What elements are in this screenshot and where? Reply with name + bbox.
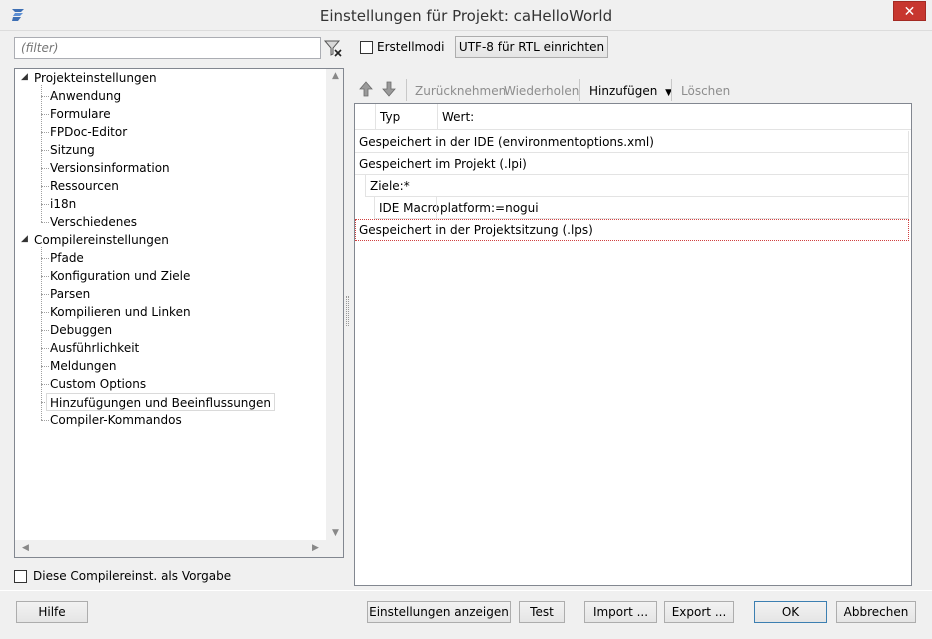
window-title: Einstellungen für Projekt: caHelloWorld bbox=[319, 7, 613, 25]
row-label: Gespeichert im Projekt (.lpi) bbox=[359, 157, 527, 171]
grid-row-macro[interactable]: IDE Macro platform:=nogui bbox=[374, 197, 909, 219]
add-button-label: Hinzufügen bbox=[589, 84, 658, 98]
column-header-value[interactable]: Wert: bbox=[437, 104, 911, 130]
show-options-button[interactable]: Einstellungen anzeigen bbox=[367, 601, 511, 623]
delete-button[interactable]: Löschen bbox=[681, 82, 730, 100]
tree-item[interactable]: Debuggen bbox=[50, 321, 112, 339]
scroll-left-arrow-icon[interactable]: ◀ bbox=[17, 543, 34, 553]
row-label: Ziele:* bbox=[370, 179, 410, 193]
add-button[interactable]: Hinzufügen ▼ bbox=[589, 82, 672, 100]
set-as-default-label: Diese Compilereinst. als Vorgabe bbox=[33, 569, 232, 583]
expand-toggle-icon[interactable]: ◢ bbox=[21, 72, 28, 82]
help-button[interactable]: Hilfe bbox=[16, 601, 88, 623]
grid-row-project[interactable]: Gespeichert im Projekt (.lpi) bbox=[355, 153, 909, 175]
toolbar-separator bbox=[579, 79, 580, 101]
tree-item[interactable]: Anwendung bbox=[50, 87, 121, 105]
tree-item[interactable]: Ausführlichkeit bbox=[50, 339, 139, 357]
undo-button[interactable]: Zurücknehmen bbox=[415, 82, 506, 100]
move-up-button[interactable] bbox=[359, 81, 373, 97]
grid-row-ide[interactable]: Gespeichert in der IDE (environmentoptio… bbox=[355, 131, 909, 153]
tree-item[interactable]: Kompilieren und Linken bbox=[50, 303, 191, 321]
arrow-up-icon bbox=[359, 81, 373, 97]
tree-item[interactable]: Custom Options bbox=[50, 375, 146, 393]
cancel-button[interactable]: Abbrechen bbox=[836, 601, 916, 623]
filter-clear-icon bbox=[323, 40, 342, 57]
macro-type-cell: IDE Macro bbox=[379, 201, 440, 215]
macro-value-cell[interactable]: platform:=nogui bbox=[440, 198, 539, 218]
tree-item[interactable]: Sitzung bbox=[50, 141, 95, 159]
grid-row-session[interactable]: Gespeichert in der Projektsitzung (.lps) bbox=[355, 219, 909, 241]
export-button[interactable]: Export ... bbox=[664, 601, 734, 623]
scroll-right-arrow-icon[interactable]: ▶ bbox=[307, 543, 324, 553]
scrollbar-corner bbox=[326, 540, 343, 557]
tree-item[interactable]: Meldungen bbox=[50, 357, 117, 375]
arrow-down-icon bbox=[382, 81, 396, 97]
clear-filter-button[interactable] bbox=[322, 37, 344, 59]
splitter-grip[interactable] bbox=[346, 296, 349, 326]
utf8-rtl-button[interactable]: UTF-8 für RTL einrichten bbox=[455, 36, 608, 58]
tree-item[interactable]: i18n bbox=[50, 195, 76, 213]
grid-row-targets[interactable]: Ziele:* bbox=[365, 175, 909, 197]
scroll-down-arrow-icon[interactable]: ▼ bbox=[327, 528, 344, 538]
toolbar-separator bbox=[406, 79, 407, 101]
tree-item[interactable]: Versionsinformation bbox=[50, 159, 170, 177]
buildmodes-checkbox[interactable] bbox=[360, 41, 373, 54]
tree-item[interactable]: Hinzufügungen und Beeinflussungen bbox=[46, 393, 276, 411]
tree-item[interactable]: Parsen bbox=[50, 285, 90, 303]
expand-toggle-icon[interactable]: ◢ bbox=[21, 234, 28, 244]
filter-input[interactable] bbox=[14, 37, 321, 59]
move-down-button[interactable] bbox=[382, 81, 396, 97]
tree-item[interactable]: Ressourcen bbox=[50, 177, 119, 195]
tree-item[interactable]: Konfiguration und Ziele bbox=[50, 267, 190, 285]
buildmodes-label: Erstellmodi bbox=[377, 40, 445, 54]
ok-button[interactable]: OK bbox=[754, 601, 827, 623]
tree-vertical-scrollbar[interactable]: ▲ ▼ bbox=[326, 69, 343, 540]
grid-header: Typ Wert: bbox=[355, 104, 911, 130]
options-tree[interactable]: ◢ Projekteinstellungen Anwendung Formulare F… bbox=[14, 68, 344, 558]
tree-item[interactable]: Verschiedenes bbox=[50, 213, 137, 231]
set-as-default-checkbox[interactable] bbox=[14, 570, 27, 583]
additions-grid[interactable]: Typ Wert: Gespeichert in der IDE (enviro… bbox=[354, 103, 912, 586]
row-label: Gespeichert in der Projektsitzung (.lps) bbox=[359, 223, 593, 237]
tree-item[interactable]: FPDoc-Editor bbox=[50, 123, 127, 141]
test-button[interactable]: Test bbox=[519, 601, 565, 623]
redo-button[interactable]: Wiederholen bbox=[504, 82, 579, 100]
tree-group[interactable]: Compilereinstellungen bbox=[34, 231, 169, 249]
column-header-type[interactable]: Typ bbox=[375, 104, 437, 130]
import-button[interactable]: Import ... bbox=[584, 601, 657, 623]
row-label: Gespeichert in der IDE (environmentoptio… bbox=[359, 135, 654, 149]
tree-item[interactable]: Compiler-Kommandos bbox=[50, 411, 182, 429]
tree-horizontal-scrollbar[interactable]: ◀ ▶ bbox=[15, 540, 326, 557]
tree-item[interactable]: Pfade bbox=[50, 249, 84, 267]
toolbar-separator bbox=[671, 79, 672, 101]
scroll-up-arrow-icon[interactable]: ▲ bbox=[327, 71, 344, 81]
tree-group[interactable]: Projekteinstellungen bbox=[34, 69, 157, 87]
close-window-button[interactable]: ✕ bbox=[893, 1, 926, 21]
tree-item[interactable]: Formulare bbox=[50, 105, 111, 123]
